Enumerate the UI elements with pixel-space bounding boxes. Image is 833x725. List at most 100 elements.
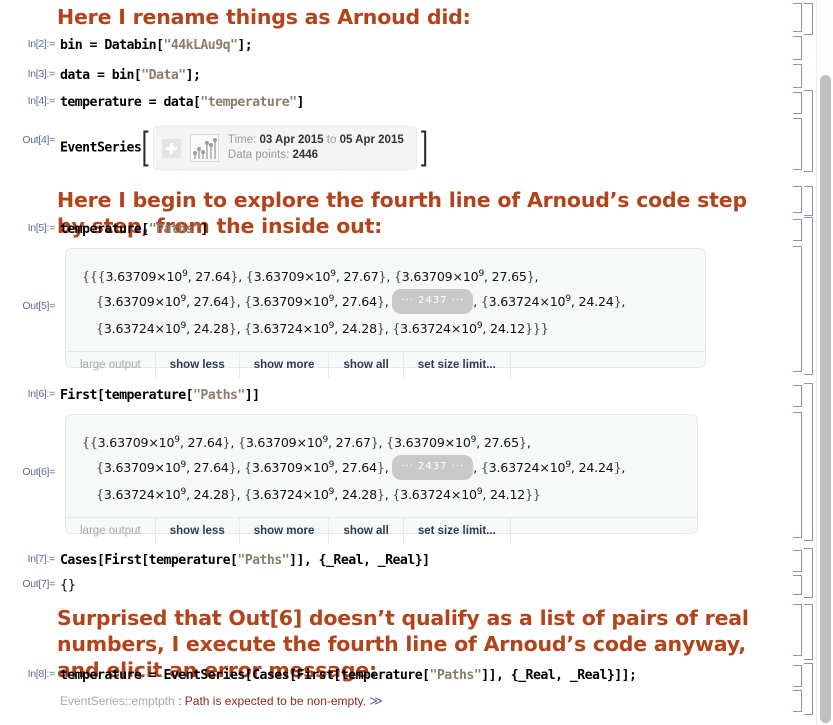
string-literal: "Paths" [148, 222, 201, 237]
list-brace: { [480, 460, 489, 476]
string-literal: "Paths" [429, 668, 482, 683]
number-token: , 24.12 [482, 321, 526, 337]
output-cell-out4: Out[4]= EventSeries[Time: 03 Apr 2015 t… [0, 126, 428, 170]
output-controls-5: large output show less show more show al… [66, 350, 705, 378]
cell-bracket-group-in8msg[interactable] [804, 663, 813, 715]
code-in7[interactable]: Cases[First[temperature["Paths"]], {_Rea… [60, 553, 430, 568]
in-label-6: In[6]:= [27, 388, 56, 400]
number-token: , [384, 460, 393, 476]
set-size-limit-button-6[interactable]: set size limit... [404, 517, 511, 544]
event-series-summary: EventSeries[ Time: 03 Apr 2015 to 05 Apr… [60, 126, 428, 170]
show-all-button-5[interactable]: show all [329, 351, 404, 378]
expression-out6: {{3.63709×109, 27.64}, {3.63709×109, 27.… [66, 415, 697, 517]
cell-bracket-group-in4out4[interactable] [804, 90, 813, 172]
cell-bracket-in2[interactable] [793, 36, 802, 60]
close-bracket: ] [419, 125, 428, 171]
code-in2[interactable]: bin = Databin["44kLAu9q"]; [60, 38, 253, 53]
list-brace: } [228, 487, 237, 503]
input-cell-in6[interactable]: In[6]:= First[temperature["Paths"]] [0, 388, 260, 403]
number-token: , 27.65 [484, 269, 527, 285]
points-label: Data points: [227, 149, 290, 161]
large-output-box-6[interactable]: {{3.63709×109, 27.64}, {3.63709×109, 27.… [65, 414, 698, 544]
input-cell-in7[interactable]: In[7]:= Cases[First[temperature["Paths"]… [0, 553, 430, 568]
number-token: , 27.64 [334, 460, 377, 476]
number-token: 3.63724×10 [252, 321, 329, 337]
number-token: , [386, 269, 394, 285]
number-token: 3.63709×10 [97, 435, 175, 451]
code-in4[interactable]: temperature = data["temperature"] [60, 95, 304, 110]
show-less-button-5[interactable]: show less [156, 351, 240, 378]
code-in8[interactable]: temperature = EventSeries[Cases[First[te… [60, 668, 637, 683]
number-token: 3.63709×10 [393, 435, 471, 451]
cell-bracket-text3[interactable] [793, 604, 802, 656]
large-output-label-6: large output [66, 517, 156, 544]
points-row: Data points: 2446 [228, 149, 318, 161]
in-label-4: In[4]:= [27, 95, 56, 107]
section-text-cell-1[interactable]: Here I rename things as Arnoud did: [0, 4, 489, 30]
show-all-button-6[interactable]: show all [329, 517, 404, 544]
cell-bracket-in3[interactable] [793, 64, 802, 88]
input-cell-in2[interactable]: In[2]:= bin = Databin["44kLAu9q"]; [0, 38, 253, 53]
cell-bracket-out7[interactable] [793, 575, 802, 595]
list-brace: { [96, 321, 104, 337]
number-token: , 24.12 [482, 487, 526, 503]
list-brace: } [228, 460, 237, 476]
code-out7: {} [60, 578, 76, 593]
cell-bracket-out6[interactable] [793, 412, 802, 538]
input-cell-in3[interactable]: In[3]:= data = bin["Data"]; [0, 68, 201, 83]
number-token: , [238, 269, 246, 285]
cell-bracket-group-in5out5[interactable] [804, 217, 813, 375]
cell-bracket-group-in6out6[interactable] [804, 383, 813, 541]
out-label-4: Out[4]= [22, 134, 55, 146]
cell-bracket-in5[interactable] [793, 219, 802, 241]
number-token: , 24.28 [334, 487, 377, 503]
cell-bracket-group-in7out7[interactable] [804, 548, 813, 598]
message-separator: : [178, 694, 182, 708]
input-cell-in5[interactable]: In[5]:= temperature["Paths"] [0, 222, 209, 237]
expression-line: {3.63724×109, 24.28}, {3.63724×109, 24.2… [82, 315, 691, 340]
points-value: 2446 [292, 149, 319, 161]
cell-bracket-in4[interactable] [793, 92, 802, 114]
time-label: Time: [227, 134, 257, 146]
cell-bracket-group-title1[interactable] [804, 3, 813, 35]
summary-box[interactable]: Time: 03 Apr 2015 to 05 Apr 2015 Data po… [152, 126, 417, 170]
show-more-button-5[interactable]: show more [240, 351, 330, 378]
code-in5[interactable]: temperature["Paths"] [60, 222, 208, 237]
cell-bracket-in7[interactable] [793, 550, 802, 572]
number-token: 3.63724×10 [400, 487, 477, 503]
cell-bracket-group-title2[interactable] [804, 186, 813, 216]
number-token: , 27.64 [187, 269, 231, 285]
code-token: ]; [237, 38, 253, 53]
set-size-limit-button-5[interactable]: set size limit... [404, 351, 511, 378]
list-brace: { [244, 487, 252, 503]
number-token: , 27.64 [186, 460, 229, 476]
show-less-button-6[interactable]: show less [156, 517, 240, 544]
list-brace: { [237, 435, 246, 451]
scrollbar-thumb[interactable] [820, 75, 831, 723]
cell-bracket-out5[interactable] [793, 246, 802, 372]
expression-line: {3.63724×109, 24.28}, {3.63724×109, 24.2… [82, 481, 683, 506]
code-in6[interactable]: First[temperature["Paths"]] [60, 388, 260, 403]
number-token: 3.63724×10 [400, 321, 477, 337]
code-token: ]], {_Real, _Real}] [289, 553, 430, 568]
string-literal: "temperature" [200, 95, 297, 110]
input-cell-in4[interactable]: In[4]:= temperature = data["temperature"… [0, 95, 305, 110]
input-cell-in8[interactable]: In[8]:= temperature = EventSeries[Cases[… [0, 668, 637, 683]
cell-bracket-in6[interactable] [793, 385, 802, 407]
number-token: 3.63724×10 [103, 321, 181, 337]
cell-bracket-group-title3[interactable] [804, 604, 813, 660]
time-row: Time: 03 Apr 2015 to 05 Apr 2015 [228, 134, 404, 146]
cell-bracket-text2[interactable] [793, 186, 802, 213]
vertical-scrollbar[interactable] [816, 0, 833, 725]
cell-bracket-in8[interactable] [793, 665, 802, 687]
plus-icon[interactable] [161, 138, 181, 158]
show-more-button-6[interactable]: show more [240, 517, 330, 544]
elided-items-badge: ··· 2437 ··· [392, 455, 474, 481]
cell-bracket-text1[interactable] [793, 3, 802, 32]
cell-bracket-out4[interactable] [793, 118, 802, 170]
message-expand-icon[interactable]: ≫ [369, 693, 383, 708]
cell-bracket-message8[interactable] [793, 690, 802, 712]
list-brace: } [526, 269, 535, 285]
code-in3[interactable]: data = bin["Data"]; [60, 68, 201, 83]
large-output-box-5[interactable]: {{{3.63709×109, 27.64}, {3.63709×109, 27… [65, 248, 706, 378]
